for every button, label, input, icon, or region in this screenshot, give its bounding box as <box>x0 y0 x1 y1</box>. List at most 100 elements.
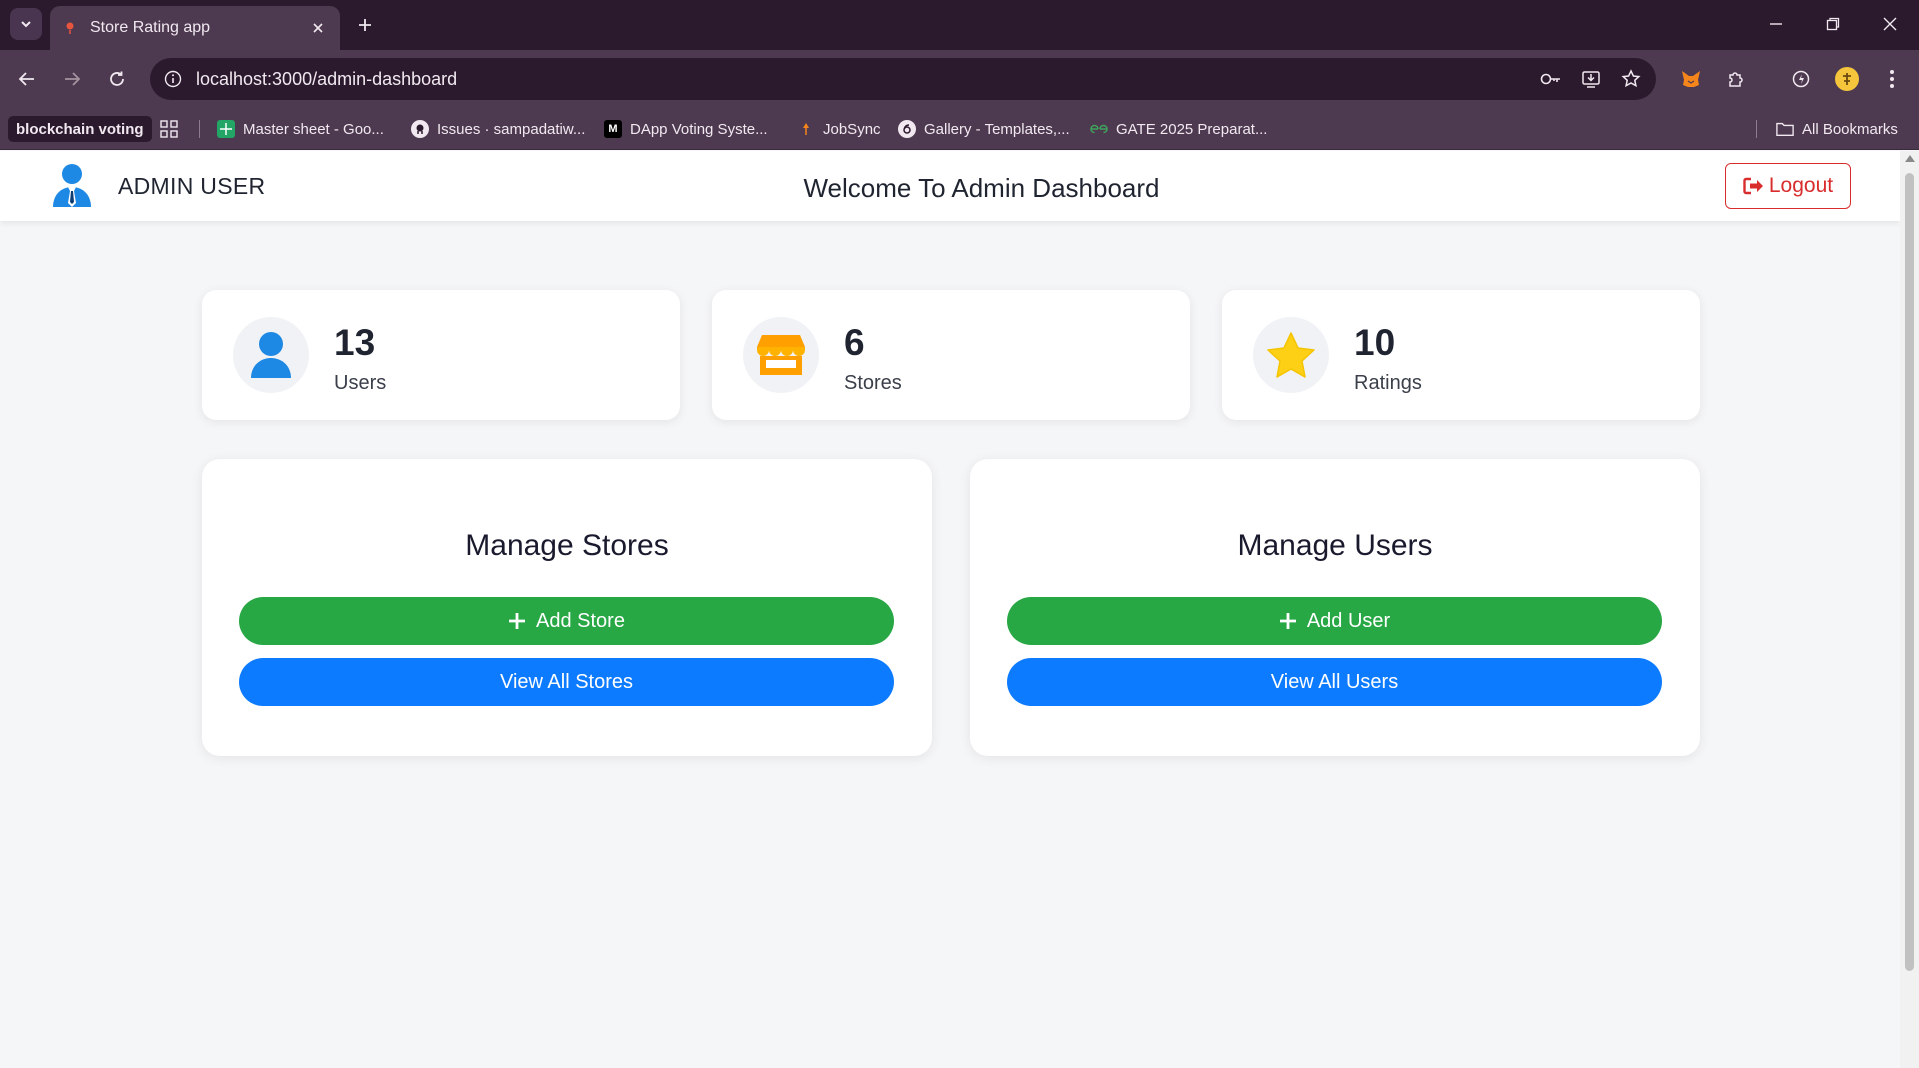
new-tab-button[interactable] <box>352 12 378 38</box>
bookmark-separator <box>1756 120 1757 138</box>
forward-button[interactable] <box>56 63 88 95</box>
view-all-stores-button[interactable]: View All Stores <box>239 658 894 706</box>
stat-value: 10 <box>1354 322 1396 363</box>
performance-button[interactable] <box>1785 63 1817 95</box>
sign-out-icon <box>1743 177 1763 195</box>
stat-value: 6 <box>844 322 865 363</box>
close-window-button[interactable] <box>1872 10 1908 38</box>
plus-icon <box>509 613 526 629</box>
plus-icon <box>359 19 371 31</box>
gfg-icon <box>1090 120 1108 138</box>
all-bookmarks-label: All Bookmarks <box>1802 120 1898 138</box>
tab-search-button[interactable] <box>10 8 42 40</box>
chevron-down-icon <box>21 21 31 28</box>
browser-tab[interactable]: Store Rating app <box>50 6 340 50</box>
bookmark-star-icon[interactable] <box>1616 64 1646 94</box>
sheets-icon <box>217 120 235 138</box>
jobsync-icon <box>797 120 815 138</box>
reload-button[interactable] <box>101 63 133 95</box>
reload-icon <box>110 71 124 86</box>
browser-menu-button[interactable] <box>1876 63 1908 95</box>
bookmark-blockchain-voting[interactable]: blockchain voting <box>8 116 152 142</box>
metamask-extension[interactable] <box>1675 63 1707 95</box>
scroll-up-arrow[interactable] <box>1905 155 1915 162</box>
bookmark-label: Master sheet - Goo... <box>243 120 384 138</box>
bookmark-label: Gallery - Templates,... <box>924 120 1070 138</box>
pin-icon <box>62 20 78 36</box>
medium-icon: M <box>604 120 622 138</box>
close-icon <box>1883 17 1897 31</box>
stat-card-stores: 6 Stores <box>712 290 1190 420</box>
store-icon <box>757 335 805 375</box>
add-store-button[interactable]: Add Store <box>239 597 894 645</box>
bookmark-jobsync[interactable]: JobSync <box>797 114 881 144</box>
install-app-icon[interactable] <box>1576 64 1606 94</box>
profile-avatar[interactable] <box>1831 63 1863 95</box>
folder-icon <box>1776 120 1794 138</box>
browser-tab-strip: Store Rating app <box>0 0 1919 50</box>
back-button[interactable] <box>11 63 43 95</box>
bookmark-master-sheet[interactable]: Master sheet - Goo... <box>217 114 384 144</box>
address-bar[interactable]: localhost:3000/admin-dashboard <box>150 58 1656 100</box>
stat-value: 13 <box>334 322 376 363</box>
page-content: ADMIN USER Welcome To Admin Dashboard Lo… <box>0 151 1900 1068</box>
browser-toolbar: localhost:3000/admin-dashboard <box>0 50 1919 108</box>
view-all-users-button[interactable]: View All Users <box>1007 658 1662 706</box>
bookmark-dapp-voting[interactable]: M DApp Voting Syste... <box>604 114 768 144</box>
manage-stores-title: Manage Stores <box>465 529 669 562</box>
user-icon <box>251 332 291 378</box>
key-icon[interactable] <box>1536 64 1566 94</box>
restore-icon <box>1826 17 1840 31</box>
speed-icon <box>1792 70 1810 88</box>
kebab-menu-icon <box>1890 70 1894 88</box>
bookmark-label: JobSync <box>823 120 881 138</box>
bookmarks-bar: blockchain voting Master sheet - Goo... … <box>0 108 1919 150</box>
tab-title: Store Rating app <box>90 19 211 36</box>
scroll-thumb[interactable] <box>1905 173 1914 971</box>
logout-label: Logout <box>1768 174 1834 197</box>
manage-users-card: Manage Users Add User View All Users <box>970 459 1700 756</box>
bookmark-issues[interactable]: Issues · sampadatiw... <box>411 114 585 144</box>
site-info-icon[interactable] <box>160 66 186 92</box>
bookmark-label: GATE 2025 Preparat... <box>1116 120 1268 138</box>
stat-icon-wrapper <box>743 317 819 393</box>
view-all-users-label: View All Users <box>1270 670 1399 693</box>
stat-card-ratings: 10 Ratings <box>1222 290 1700 420</box>
arrow-right-icon <box>65 72 81 86</box>
add-store-label: Add Store <box>536 609 625 632</box>
bookmark-gate-2025[interactable]: GATE 2025 Preparat... <box>1090 114 1267 144</box>
stat-card-users: 13 Users <box>202 290 680 420</box>
close-icon[interactable] <box>308 18 328 38</box>
stat-label: Stores <box>844 372 902 394</box>
view-all-stores-label: View All Stores <box>499 670 634 693</box>
extensions-button[interactable] <box>1720 63 1752 95</box>
bookmark-label: blockchain voting <box>16 120 144 138</box>
add-user-button[interactable]: Add User <box>1007 597 1662 645</box>
star-icon <box>1267 332 1315 378</box>
grid-icon <box>160 120 178 138</box>
all-bookmarks-button[interactable]: All Bookmarks <box>1776 114 1898 144</box>
stat-icon-wrapper <box>1253 317 1329 393</box>
minimize-icon <box>1770 23 1782 25</box>
plus-icon <box>1279 613 1296 629</box>
stat-label: Ratings <box>1354 372 1422 394</box>
fox-icon <box>1682 71 1700 87</box>
logout-button[interactable]: Logout <box>1725 163 1851 209</box>
bookmark-label: DApp Voting Syste... <box>630 120 768 138</box>
arrow-left-icon <box>18 72 34 86</box>
bookmark-gallery[interactable]: Gallery - Templates,... <box>898 114 1070 144</box>
gallery-icon <box>898 120 916 138</box>
stat-label: Users <box>334 372 387 394</box>
add-user-label: Add User <box>1306 609 1391 632</box>
github-icon <box>411 120 429 138</box>
bookmark-separator <box>199 120 200 138</box>
restore-button[interactable] <box>1815 10 1851 38</box>
apps-button[interactable] <box>160 114 178 144</box>
minimize-button[interactable] <box>1758 10 1794 38</box>
manage-users-title: Manage Users <box>1237 529 1433 562</box>
app-header: ADMIN USER Welcome To Admin Dashboard Lo… <box>0 151 1900 221</box>
avatar-icon <box>1835 67 1859 91</box>
manage-stores-card: Manage Stores Add Store View All Stores <box>202 459 932 756</box>
page-scrollbar[interactable] <box>1900 151 1919 1068</box>
puzzle-icon <box>1729 72 1743 87</box>
